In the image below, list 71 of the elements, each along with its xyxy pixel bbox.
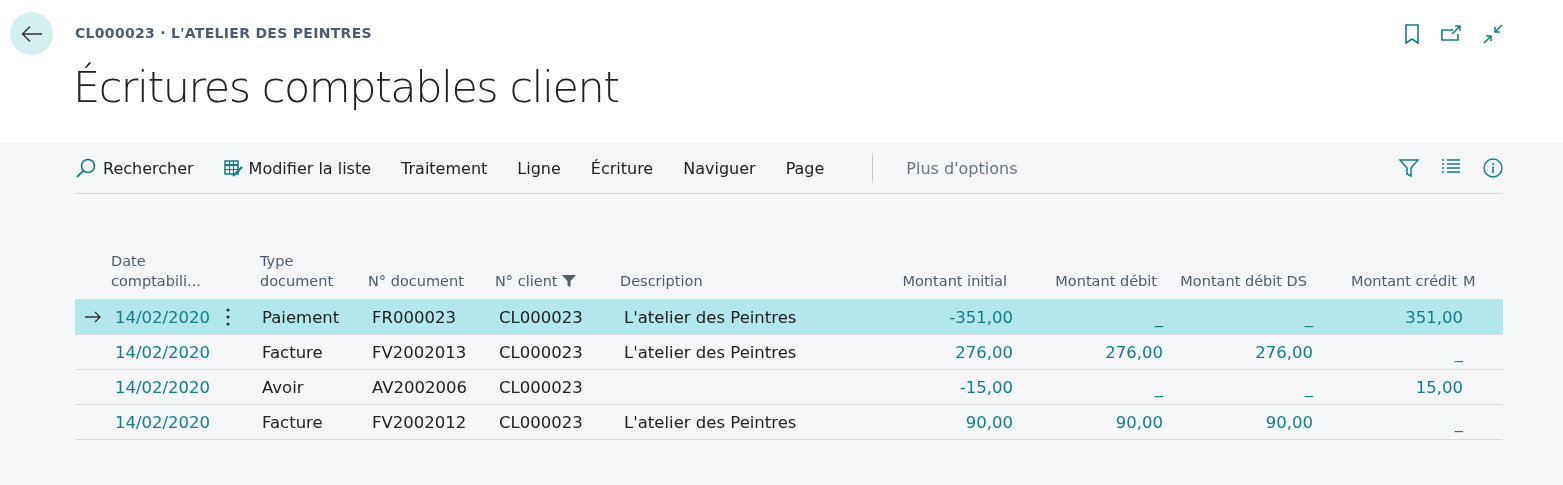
table-cell[interactable]: 276,00 [955, 342, 1013, 362]
toolbar-button[interactable]: Ligne [517, 158, 561, 178]
table-cell: Paiement [262, 307, 340, 327]
column-header[interactable]: N° client [495, 271, 558, 291]
table-cell[interactable]: 276,00 [1255, 342, 1313, 362]
arrow-icon [84, 311, 102, 323]
table-cell[interactable]: _ [1154, 307, 1163, 327]
table-cell: CL000023 [499, 412, 583, 432]
filter-icon[interactable] [1399, 158, 1419, 178]
table-cell[interactable]: 14/02/2020 [115, 377, 211, 397]
back-button[interactable] [10, 12, 53, 55]
column-header[interactable]: Montant débit DS [1180, 271, 1307, 291]
table-cell: Facture [262, 342, 323, 362]
more-icon[interactable] [226, 308, 230, 326]
column-header[interactable]: Montant crédit [1350, 271, 1457, 291]
table-cell: Facture [262, 412, 323, 432]
toolbar-button[interactable]: Écriture [590, 158, 654, 178]
table-cell[interactable]: _ [1304, 307, 1313, 327]
table-cell: CL000023 [499, 342, 583, 362]
column-header[interactable]: N° document [368, 271, 464, 291]
table-cell: AV2002006 [372, 377, 467, 397]
table-cell: L'atelier des Peintres [624, 342, 797, 362]
column-header[interactable]: Type document [260, 251, 362, 291]
back-arrow-icon [20, 24, 43, 43]
column-header[interactable]: Montant initial [902, 271, 1007, 291]
table-cell[interactable]: 276,00 [1105, 342, 1163, 362]
page-title: Écritures comptables client [73, 62, 619, 112]
table-cell: CL000023 [499, 307, 583, 327]
more-options-button[interactable]: Plus d'options [906, 158, 1018, 178]
table-row[interactable]: 14/02/2020 Facture FV2002013 CL000023 L'atelier des Peintres 276,00 276,00 276,00 _ [75, 335, 1503, 370]
column-header[interactable]: Montant débit [1055, 271, 1157, 291]
table-cell[interactable]: 15,00 [1415, 377, 1463, 397]
column-header[interactable]: Date comptabili... [111, 251, 220, 291]
table-cell: CL000023 [499, 377, 583, 397]
filter-icon [561, 274, 576, 288]
column-header[interactable]: M [1463, 271, 1476, 291]
breadcrumb: CL000023 · L'ATELIER DES PEINTRES [75, 25, 372, 41]
table-cell: FV2002013 [372, 342, 467, 362]
table-cell: FV2002012 [372, 412, 467, 432]
table-cell[interactable]: -15,00 [959, 377, 1013, 397]
table-cell[interactable]: 14/02/2020 [115, 342, 211, 362]
search-icon [75, 157, 97, 179]
table-cell[interactable]: 14/02/2020 [115, 307, 211, 327]
table-cell[interactable]: -351,00 [949, 307, 1013, 327]
bookmark-icon[interactable] [1405, 24, 1419, 44]
table-cell[interactable]: 14/02/2020 [115, 412, 211, 432]
column-header[interactable]: Description [620, 271, 703, 291]
collapse-icon[interactable] [1483, 24, 1503, 44]
table-cell: FR000023 [372, 307, 456, 327]
table-cell[interactable]: _ [1304, 377, 1313, 397]
toolbar-button[interactable]: Page [785, 158, 825, 178]
toolbar-button[interactable]: Naviguer [683, 158, 756, 178]
table-cell[interactable]: _ [1154, 377, 1163, 397]
table-cell[interactable]: 90,00 [965, 412, 1013, 432]
table-cell[interactable]: _ [1454, 412, 1463, 432]
table-row[interactable]: 14/02/2020 Paiement FR000023 CL000023 L'atelier des Peintres -351,00 _ _ 351,00 [75, 300, 1503, 335]
open-new-window-icon[interactable] [1441, 24, 1461, 44]
table-cell: L'atelier des Peintres [624, 307, 797, 327]
table-cell[interactable]: _ [1454, 342, 1463, 362]
info-icon[interactable] [1483, 158, 1503, 178]
table-cell[interactable]: 351,00 [1405, 307, 1463, 327]
table-cell[interactable]: 90,00 [1265, 412, 1313, 432]
toolbar-button[interactable]: Rechercher [75, 157, 194, 179]
table-cell[interactable]: 90,00 [1115, 412, 1163, 432]
toolbar-button[interactable]: Traitement [401, 158, 488, 178]
table-cell: L'atelier des Peintres [624, 412, 797, 432]
table-cell: Avoir [262, 377, 304, 397]
table-row[interactable]: 14/02/2020 Facture FV2002012 CL000023 L'atelier des Peintres 90,00 90,00 90,00 _ [75, 405, 1503, 440]
toolbar-button[interactable]: Modifier la liste [223, 158, 372, 178]
table-edit-icon [223, 159, 243, 177]
table-row[interactable]: 14/02/2020 Avoir AV2002006 CL000023 -15,00 _ _ 15,00 [75, 370, 1503, 405]
